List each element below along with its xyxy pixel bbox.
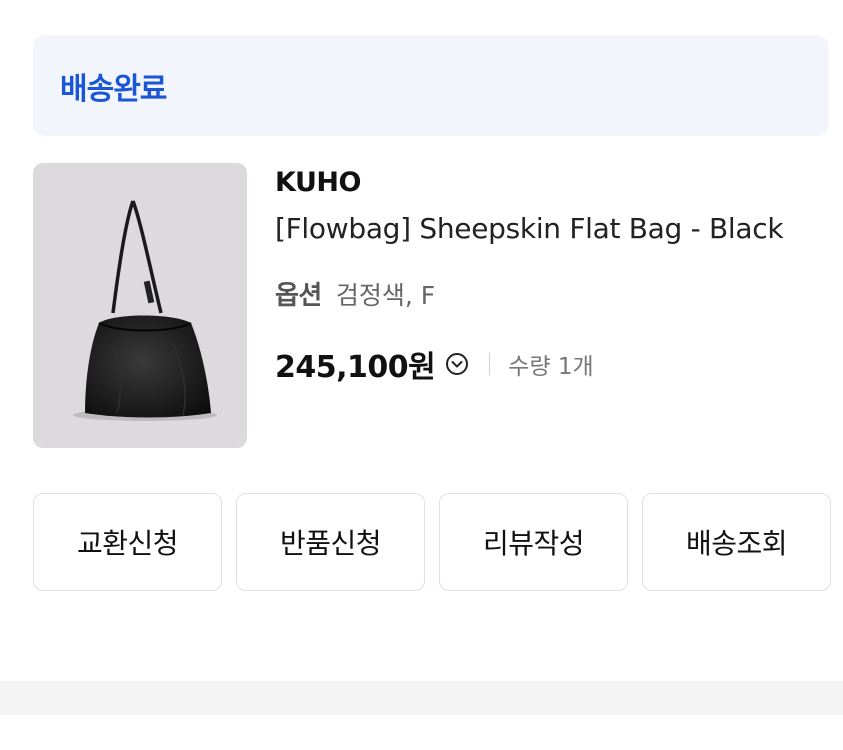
product-name[interactable]: [Flowbag] Sheepskin Flat Bag - Black [275,212,784,245]
product-image[interactable] [33,163,247,448]
product-brand: KUHO [275,167,361,198]
product-price: 245,100원 [275,350,436,385]
price-divider [489,353,491,375]
product-option: 옵션 검정색, F [275,275,435,312]
option-value: 검정색, F [335,280,436,310]
order-actions: 교환신청 반품신청 리뷰작성 배송조회 [33,493,831,591]
bag-illustration [73,200,217,421]
order-status-banner: 배송완료 [33,35,829,136]
option-label: 옵션 [275,281,322,311]
write-review-button[interactable]: 리뷰작성 [439,493,628,591]
chevron-down-circle-icon[interactable] [445,352,469,376]
order-status-label: 배송완료 [60,71,167,107]
return-request-button[interactable]: 반품신청 [236,493,425,591]
track-delivery-button[interactable]: 배송조회 [642,493,831,591]
product-quantity: 수량 1개 [508,354,594,380]
price-row: 245,100원 수량 1개 [275,342,594,386]
exchange-request-button[interactable]: 교환신청 [33,493,222,591]
section-separator [0,681,843,715]
